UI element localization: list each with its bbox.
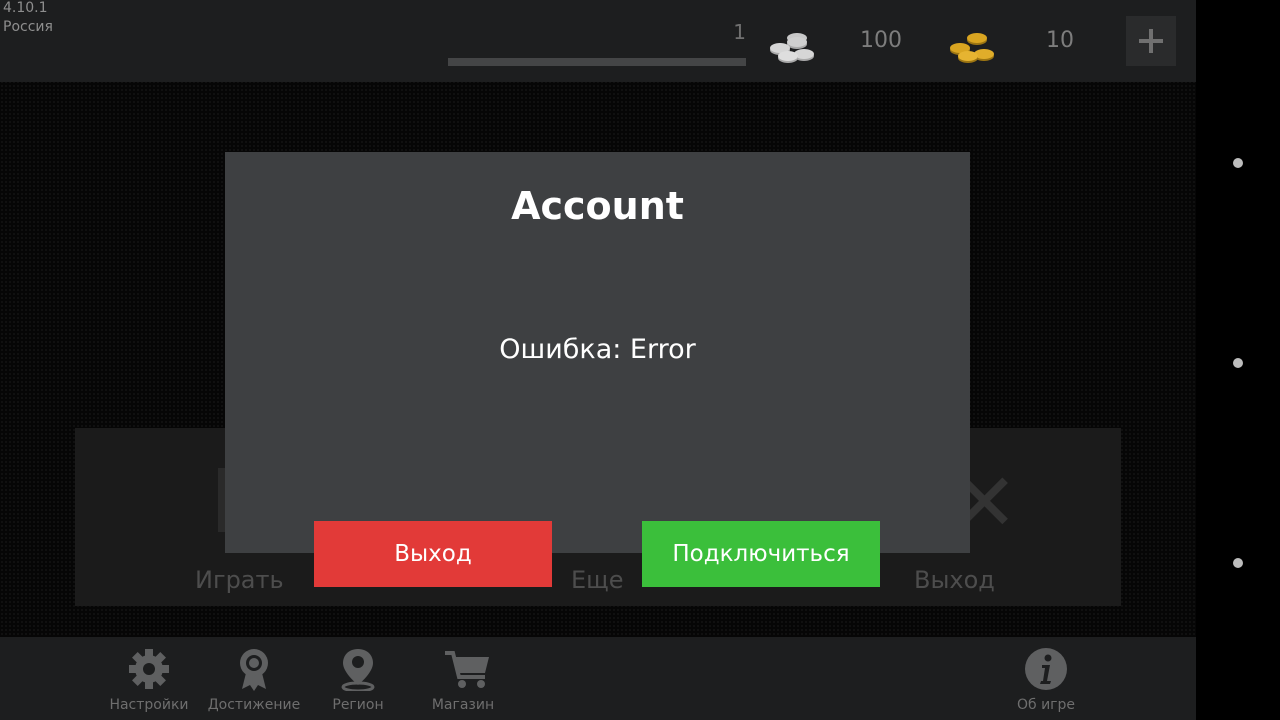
dialog-title-row: Account [225,184,970,228]
nav-settings[interactable]: Настройки [100,637,198,720]
region-label: Россия [3,19,53,35]
nav-settings-label: Настройки [109,697,189,713]
nav-shop[interactable]: Магазин [414,637,512,720]
system-home-button[interactable] [1233,358,1243,368]
system-recents-button[interactable] [1233,558,1243,568]
gold-coins-icon [950,33,994,63]
menu-exit-button[interactable]: Выход [914,566,995,594]
nav-achievements-label: Достижение [207,697,301,713]
gold-coin-count: 10 [1046,28,1074,53]
nav-achievements[interactable]: Достижение [205,637,303,720]
bottom-nav: Настройки Достижение Регион Магазин Об и… [0,637,1196,720]
silver-coin-count: 100 [860,28,902,53]
nav-region-label: Регион [332,697,384,713]
exit-button[interactable]: Выход [314,521,552,587]
silver-coins-icon [770,33,814,63]
add-coins-button[interactable] [1126,16,1176,66]
level-value: 1 [733,20,746,44]
gear-icon [129,649,169,689]
info-icon [1025,648,1067,690]
dialog-message: Ошибка: Error [499,334,696,365]
level-progress-bar [448,58,746,66]
top-bar: 4.10.1 Россия 1 100 10 [0,0,1196,82]
map-pin-icon [341,649,375,691]
nav-about[interactable]: Об игре [997,637,1095,720]
nav-shop-label: Магазин [431,697,495,713]
system-back-button[interactable] [1233,158,1243,168]
dialog-title: Account [511,184,684,228]
nav-about-label: Об игре [1016,697,1076,713]
cart-icon [445,651,489,688]
version-label: 4.10.1 [3,0,48,16]
award-icon [240,649,268,691]
nav-region[interactable]: Регион [309,637,407,720]
menu-more-button[interactable]: Еще [571,566,624,594]
system-nav-bar [1196,0,1280,720]
connect-button[interactable]: Подключиться [642,521,880,587]
menu-play-button[interactable]: Играть [195,566,284,594]
